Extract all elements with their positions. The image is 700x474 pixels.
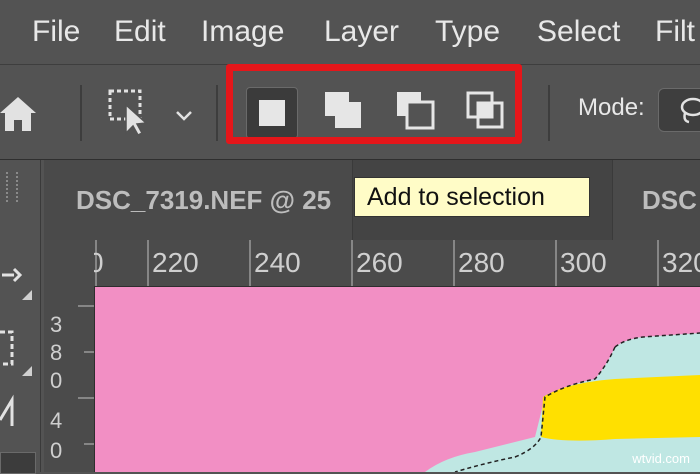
highlight-frame: [226, 64, 522, 144]
menu-filter[interactable]: Filt: [655, 12, 695, 52]
ruler-label: 220: [152, 247, 199, 278]
separator: [216, 85, 218, 141]
expand-arrow-icon: [22, 366, 32, 376]
ruler-ticks: [78, 305, 94, 445]
tool-slot[interactable]: [0, 452, 36, 474]
separator: [80, 85, 82, 141]
menu-bar: File Edit Image Layer Type Select Filt: [0, 0, 700, 64]
lasso-icon: [680, 97, 700, 124]
lasso-tool-icon[interactable]: [0, 390, 24, 430]
document-tab-title: DSC_7319.NEF @ 25: [76, 185, 332, 215]
watermark: wtvid.com: [632, 451, 690, 466]
mode-label: Mode:: [578, 94, 645, 121]
menu-select[interactable]: Select: [537, 12, 620, 52]
ruler-label: 0: [94, 246, 104, 280]
ruler-label: 260: [356, 247, 403, 278]
image-canvas[interactable]: wtvid.com: [95, 287, 700, 472]
menu-file[interactable]: File: [32, 12, 80, 52]
ruler-origin[interactable]: [44, 240, 95, 287]
ruler-label: 240: [254, 247, 301, 278]
vertical-ruler[interactable]: 3 8 0 4 0: [44, 286, 95, 472]
menu-edit[interactable]: Edit: [114, 12, 166, 52]
move-tool-icon[interactable]: [0, 260, 30, 290]
panel-grip[interactable]: [6, 172, 18, 202]
document-tab-active[interactable]: DSC_7319.NEF @ 25: [44, 160, 353, 240]
expand-arrow-icon: [22, 290, 32, 300]
menu-image[interactable]: Image: [201, 12, 284, 52]
ruler-label: 320: [662, 247, 700, 278]
mode-dropdown[interactable]: [658, 88, 700, 132]
ruler-label: 280: [458, 247, 505, 278]
marquee-tool-icon[interactable]: [0, 330, 24, 366]
horizontal-ruler[interactable]: 0 220 240 260 280 300 320: [94, 240, 700, 287]
rectangular-marquee-tool-icon[interactable]: [106, 87, 152, 137]
tools-panel: [0, 160, 41, 474]
chevron-down-icon[interactable]: [174, 109, 194, 123]
ruler-label: 300: [560, 247, 607, 278]
menu-type[interactable]: Type: [435, 12, 500, 52]
menu-layer[interactable]: Layer: [324, 12, 399, 52]
document-tab-next-title: DSC: [642, 185, 697, 215]
home-icon[interactable]: [0, 93, 36, 133]
separator: [548, 85, 550, 141]
tooltip: Add to selection: [354, 177, 590, 217]
photo-content: [425, 332, 700, 472]
